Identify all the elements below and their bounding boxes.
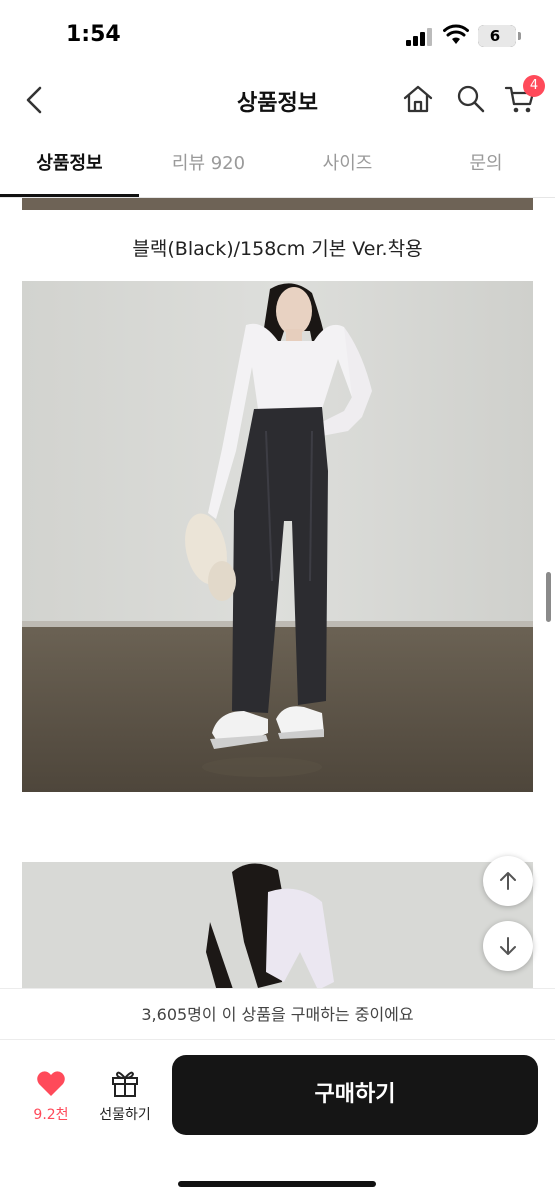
heart-icon bbox=[37, 1071, 65, 1096]
arrow-up-icon bbox=[500, 872, 516, 890]
purchase-activity-banner: 3,605명이 이 상품을 구매하는 중이에요 bbox=[0, 988, 555, 1040]
cellular-signal-icon bbox=[406, 28, 436, 46]
status-bar: 1:54 6 bbox=[0, 0, 555, 70]
tab-size[interactable]: 사이즈 bbox=[278, 138, 417, 196]
tab-product-info[interactable]: 상품정보 bbox=[0, 138, 139, 196]
search-icon[interactable] bbox=[454, 82, 488, 116]
status-time: 1:54 bbox=[66, 22, 121, 47]
product-photo bbox=[22, 281, 533, 792]
gift-icon bbox=[112, 1071, 138, 1097]
gift-button[interactable]: 선물하기 bbox=[90, 1064, 160, 1128]
scroll-indicator[interactable] bbox=[546, 572, 551, 622]
wifi-icon bbox=[443, 24, 469, 44]
previous-product-image bbox=[22, 198, 533, 210]
arrow-down-icon bbox=[500, 937, 516, 955]
home-indicator bbox=[178, 1181, 376, 1187]
bottom-action-bar: 9.2천 선물하기 구매하기 bbox=[0, 1040, 555, 1200]
active-tab-indicator bbox=[0, 194, 139, 197]
image-caption: 블랙(Black)/158cm 기본 Ver.착용 bbox=[132, 238, 423, 260]
gift-label: 선물하기 bbox=[99, 1107, 151, 1123]
product-tabs: 상품정보 리뷰 920 사이즈 문의 bbox=[0, 138, 555, 198]
like-count: 9.2천 bbox=[33, 1107, 69, 1123]
scroll-up-button[interactable] bbox=[483, 856, 533, 906]
battery-cap bbox=[518, 32, 521, 40]
tab-inquiry[interactable]: 문의 bbox=[417, 138, 555, 196]
buy-button[interactable]: 구매하기 bbox=[172, 1055, 538, 1135]
home-icon[interactable] bbox=[401, 82, 435, 116]
battery-icon: 6 bbox=[478, 25, 516, 47]
top-header: 상품정보 bbox=[0, 70, 555, 130]
scroll-down-button[interactable] bbox=[483, 921, 533, 971]
cart-count-badge: 4 bbox=[523, 75, 545, 97]
tab-reviews[interactable]: 리뷰 920 bbox=[139, 138, 278, 196]
like-button[interactable]: 9.2천 bbox=[22, 1064, 80, 1128]
product-photo-2 bbox=[22, 862, 533, 988]
product-detail-content: 블랙(Black)/158cm 기본 Ver.착용 bbox=[0, 198, 555, 988]
battery-level: 6 bbox=[489, 27, 501, 45]
back-icon[interactable] bbox=[18, 80, 54, 120]
